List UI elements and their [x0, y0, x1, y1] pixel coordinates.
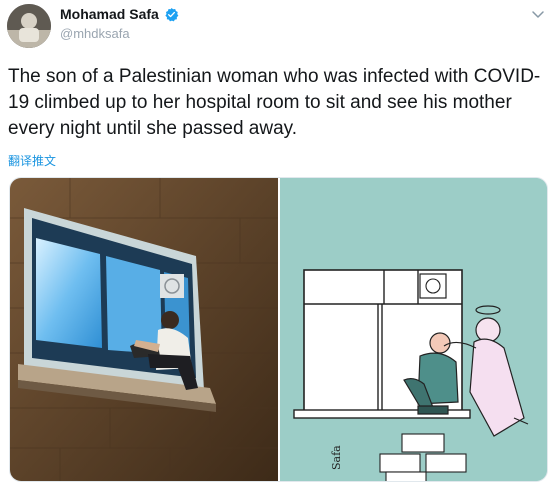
author-row: Mohamad Safa	[60, 6, 179, 22]
author-handle[interactable]: @mhdksafa	[60, 26, 130, 41]
author-name[interactable]: Mohamad Safa	[60, 6, 159, 22]
tweet-text: The son of a Palestinian woman who was i…	[8, 66, 541, 139]
cartoon-signature: Safa	[330, 445, 343, 470]
verified-badge-icon	[165, 7, 179, 21]
avatar[interactable]	[7, 4, 51, 48]
tweet-media[interactable]: Safa	[9, 177, 548, 482]
chevron-down-icon[interactable]	[530, 6, 546, 22]
avatar-image	[7, 4, 51, 48]
tweet-card[interactable]: Mohamad Safa @mhdksafa The son of a Pale…	[0, 0, 554, 483]
cartoon-illustration: Safa	[280, 178, 547, 481]
translate-link[interactable]: 翻译推文	[8, 152, 56, 169]
photo-man-on-window-ledge	[10, 178, 278, 481]
